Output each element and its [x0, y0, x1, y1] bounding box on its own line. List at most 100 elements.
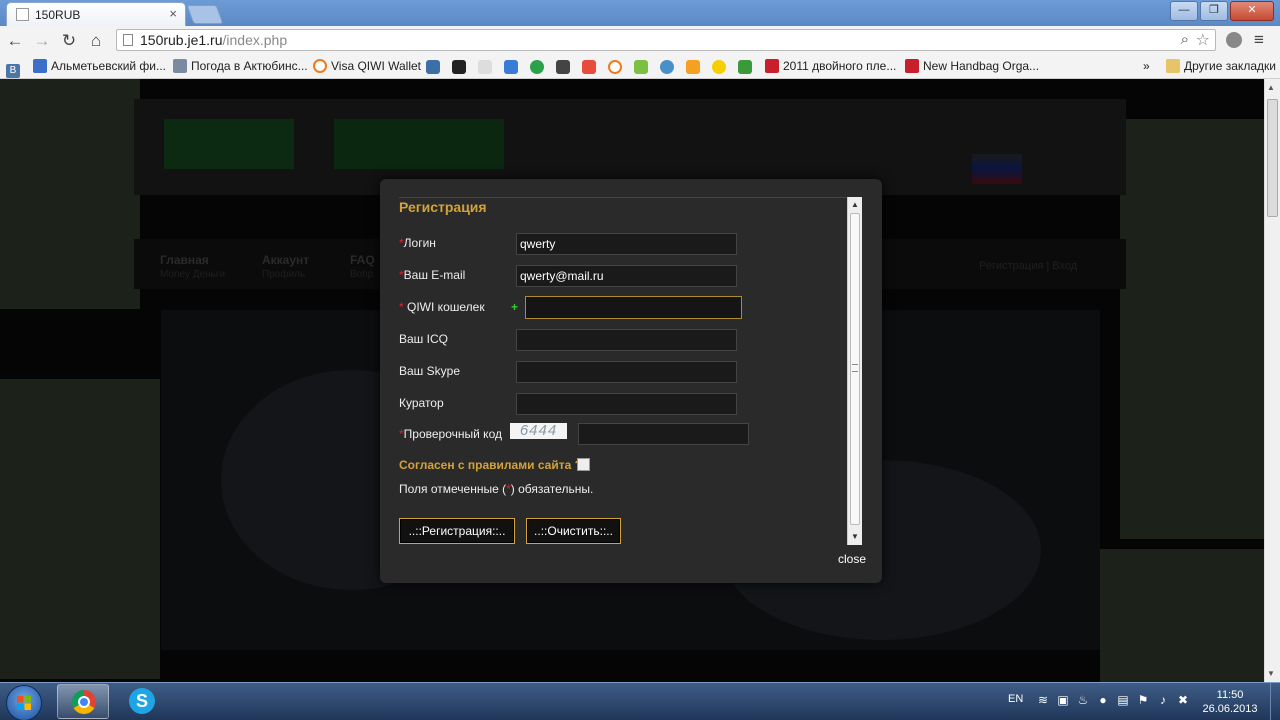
bookmark-favicon-icon[interactable] [452, 60, 466, 74]
agree-rules-checkbox[interactable] [577, 458, 590, 471]
captcha-image: 6444 [510, 423, 567, 439]
start-button[interactable] [6, 685, 42, 720]
captcha-input[interactable] [578, 423, 749, 445]
home-icon[interactable]: ⌂ [86, 31, 106, 51]
windows-logo-icon [17, 696, 31, 710]
nav-auth-links[interactable]: Регистрация | Вход [979, 260, 1077, 272]
new-tab-button[interactable] [186, 5, 224, 24]
bookmark-favicon-icon[interactable] [426, 60, 440, 74]
minimize-button[interactable]: — [1170, 1, 1198, 21]
bookmark-favicon-icon[interactable] [738, 60, 752, 74]
icq-input[interactable] [516, 329, 737, 351]
system-tray: ≋ ▣ ♨ ● ▤ ⚑ ♪ ✖ [1036, 693, 1190, 707]
taskbar-chrome[interactable] [57, 684, 109, 719]
bookmark-almetyevsk[interactable]: Альметьевский фи... [33, 59, 166, 75]
bookmark-favicon-icon[interactable] [686, 60, 700, 74]
scroll-up-arrow-icon[interactable]: ▲ [1267, 83, 1275, 92]
modal-title: Регистрация [399, 199, 487, 215]
taskbar-skype[interactable]: S [115, 684, 167, 719]
tab-close-icon[interactable]: × [169, 6, 177, 21]
qiwi-icon [313, 59, 327, 73]
background-banknote [0, 79, 140, 309]
address-bar[interactable]: 150rub.je1.ru/index.php ⌕ ☆ [116, 29, 1216, 51]
tray-app-icon[interactable]: ▤ [1116, 693, 1130, 707]
clear-button[interactable]: ..::Очистить::.. [526, 518, 621, 544]
modal-scrollbar-thumb[interactable] [850, 213, 860, 525]
nav-faq[interactable]: FAQ [350, 253, 375, 267]
page-icon [123, 34, 133, 46]
browser-tab[interactable]: 150RUB × [6, 2, 186, 26]
maximize-button[interactable]: ❐ [1200, 1, 1228, 21]
show-desktop-button[interactable] [1270, 683, 1280, 720]
captcha-label: *Проверочный код [399, 427, 502, 441]
other-bookmarks[interactable]: Другие закладки [1166, 59, 1276, 75]
scroll-down-arrow-icon[interactable]: ▼ [848, 530, 862, 544]
reload-icon[interactable]: ↻ [59, 31, 79, 51]
bookmark-favicon-icon[interactable] [660, 60, 674, 74]
volume-icon[interactable]: ♪ [1156, 693, 1170, 707]
page-favicon-icon [16, 8, 29, 21]
page-scrollbar[interactable]: ▲ ▼ [1264, 79, 1280, 682]
bookmark-vk[interactable]: В [6, 59, 24, 78]
qiwi-label: * QIWI кошелек [399, 300, 485, 314]
page-scrollbar-thumb[interactable] [1267, 99, 1278, 217]
nav-home-subtitle: Money Деньги [160, 269, 226, 280]
curator-label: Куратор [399, 396, 444, 410]
registration-modal: Регистрация *Логин *Ваш E-mail * QIWI ко… [380, 179, 882, 583]
bookmark-favicon-icon[interactable] [608, 60, 622, 74]
modal-close-link[interactable]: close [838, 552, 866, 566]
skype-input[interactable] [516, 361, 737, 383]
bookmark-favicon-icon[interactable] [504, 60, 518, 74]
bookmark-favicon-icon[interactable] [478, 60, 492, 74]
bookmark-weather[interactable]: Погода в Актюбинс... [173, 59, 308, 75]
scroll-down-arrow-icon[interactable]: ▼ [1267, 669, 1275, 678]
taskbar-clock[interactable]: 11:50 26.06.2013 [1200, 688, 1260, 716]
tray-app-icon[interactable]: ♨ [1076, 693, 1090, 707]
qiwi-wallet-input[interactable] [525, 296, 742, 319]
background-banknote [0, 379, 160, 679]
network-icon[interactable]: ≋ [1036, 693, 1050, 707]
icq-label: Ваш ICQ [399, 332, 448, 346]
login-input[interactable] [516, 233, 737, 255]
bookmark-star-icon [33, 59, 47, 73]
modal-scrollbar[interactable]: ▲ ▼ [847, 197, 862, 545]
bookmark-qiwi[interactable]: Visa QIWI Wallet [313, 59, 421, 75]
bookmark-favicon-icon[interactable] [530, 60, 544, 74]
clock-time: 11:50 [1216, 689, 1244, 701]
agree-rules-label[interactable]: Согласен с правилами сайта ? [399, 458, 582, 472]
bookmark-handbag[interactable]: New Handbag Orga... [905, 59, 1039, 75]
language-indicator[interactable]: EN [1008, 693, 1023, 705]
browser-toolbar: ← → ↻ ⌂ 150rub.je1.ru/index.php ⌕ ☆ ≡ [0, 26, 1280, 57]
bookmark-favicon-icon[interactable] [634, 60, 648, 74]
scroll-up-arrow-icon[interactable]: ▲ [848, 198, 862, 212]
tray-app-icon[interactable]: ● [1096, 693, 1110, 707]
qiwi-prefix: + [511, 300, 519, 314]
bookmark-star-icon[interactable]: ☆ [1196, 30, 1210, 50]
register-button[interactable]: ..::Регистрация::.. [399, 518, 515, 544]
flag-icon [972, 154, 1022, 184]
nav-account[interactable]: Аккаунт [262, 253, 309, 267]
shop-icon [905, 59, 919, 73]
bookmark-favicon-icon[interactable] [582, 60, 596, 74]
window-close-button[interactable]: ✕ [1230, 1, 1274, 21]
background-banknote [1120, 119, 1264, 539]
forward-arrow-icon[interactable]: → [32, 31, 52, 51]
back-arrow-icon[interactable]: ← [5, 31, 25, 51]
email-label: *Ваш E-mail [399, 268, 466, 282]
email-input[interactable] [516, 265, 737, 287]
nav-home[interactable]: Главная [160, 253, 209, 267]
header-banner [334, 119, 504, 169]
tray-app-icon[interactable]: ▣ [1056, 693, 1070, 707]
extension-icon[interactable] [1226, 32, 1242, 48]
zoom-icon[interactable]: ⌕ [1181, 31, 1189, 48]
action-center-icon[interactable]: ⚑ [1136, 693, 1150, 707]
url-text[interactable]: 150rub.je1.ru/index.php [140, 32, 287, 48]
bookmark-favicon-icon[interactable] [556, 60, 570, 74]
menu-icon[interactable]: ≡ [1254, 30, 1264, 50]
bookmark-2011[interactable]: 2011 двойного пле... [765, 59, 896, 75]
bookmarks-overflow-chevron-icon[interactable]: » [1143, 59, 1150, 75]
nav-account-subtitle: Профиль [262, 269, 306, 280]
tray-app-icon[interactable]: ✖ [1176, 693, 1190, 707]
curator-input[interactable] [516, 393, 737, 415]
bookmark-favicon-icon[interactable] [712, 60, 726, 74]
